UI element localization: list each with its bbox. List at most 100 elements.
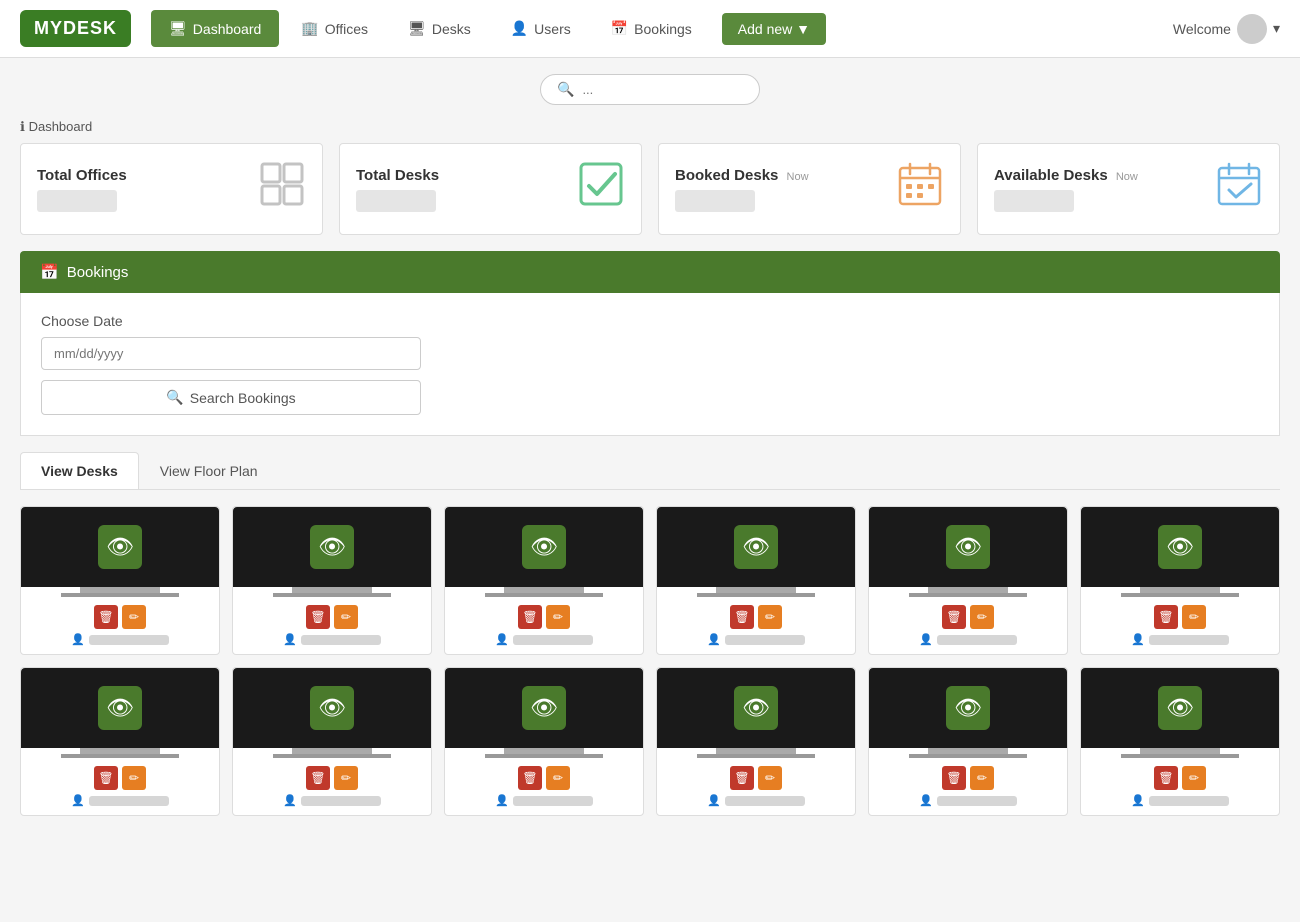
view-icon-6: 👁 xyxy=(1158,525,1202,569)
edit-desk-4[interactable]: ✏ xyxy=(758,605,782,629)
stat-card-total-offices: Total Offices xyxy=(20,143,323,235)
tab-view-desks[interactable]: View Desks xyxy=(20,452,139,489)
edit-desk-1[interactable]: ✏ xyxy=(122,605,146,629)
monitor-5: 👁 xyxy=(869,507,1067,601)
desk-user-12: 👤 xyxy=(1131,794,1229,807)
user-icon-10: 👤 xyxy=(707,794,721,807)
desk-user-11: 👤 xyxy=(919,794,1017,807)
user-icon-12: 👤 xyxy=(1131,794,1145,807)
stat-card-total-desks: Total Desks xyxy=(339,143,642,235)
search-input[interactable] xyxy=(582,82,743,97)
desk-user-bar-11 xyxy=(937,796,1017,806)
delete-desk-6[interactable]: 🗑 xyxy=(1154,605,1178,629)
stats-row: Total Offices Total Desks Boo xyxy=(0,143,1300,251)
monitor-screen-3: 👁 xyxy=(445,507,643,587)
desk-actions-9: 🗑 ✏ xyxy=(518,766,570,790)
monitor-2: 👁 xyxy=(233,507,431,601)
bookings-body: Choose Date 🔍 Search Bookings xyxy=(20,293,1280,436)
edit-desk-7[interactable]: ✏ xyxy=(122,766,146,790)
nav-tab-users[interactable]: 👤 Users xyxy=(493,10,589,47)
logo[interactable]: MYDESK xyxy=(20,10,131,47)
monitor-screen-12: 👁 xyxy=(1081,668,1279,748)
stat-value-offices xyxy=(37,190,117,212)
nav-tab-desks[interactable]: 🖥 Desks xyxy=(390,10,489,47)
edit-desk-2[interactable]: ✏ xyxy=(334,605,358,629)
monitor-foot-4 xyxy=(697,593,816,597)
edit-desk-3[interactable]: ✏ xyxy=(546,605,570,629)
desk-user-bar-6 xyxy=(1149,635,1229,645)
view-icon-4: 👁 xyxy=(734,525,778,569)
welcome-text: Welcome xyxy=(1173,21,1231,37)
user-icon-2: 👤 xyxy=(283,633,297,646)
edit-desk-12[interactable]: ✏ xyxy=(1182,766,1206,790)
desk-user-9: 👤 xyxy=(495,794,593,807)
edit-desk-9[interactable]: ✏ xyxy=(546,766,570,790)
desk-user-bar-5 xyxy=(937,635,1017,645)
offices-icon: 🏢 xyxy=(301,20,318,37)
view-icon-9: 👁 xyxy=(522,686,566,730)
chevron-down-icon: ▾ xyxy=(1273,20,1280,37)
monitor-1: 👁 xyxy=(21,507,219,601)
delete-desk-3[interactable]: 🗑 xyxy=(518,605,542,629)
bookings-icon: 📅 xyxy=(611,20,628,37)
desk-tabs: View Desks View Floor Plan xyxy=(20,452,1280,490)
delete-desk-2[interactable]: 🗑 xyxy=(306,605,330,629)
desk-user-bar-2 xyxy=(301,635,381,645)
monitor-screen-6: 👁 xyxy=(1081,507,1279,587)
monitor-11: 👁 xyxy=(869,668,1067,762)
desk-user-1: 👤 xyxy=(71,633,169,646)
monitor-foot-6 xyxy=(1121,593,1240,597)
add-new-button[interactable]: Add new ▼ xyxy=(722,13,826,45)
view-icon-1: 👁 xyxy=(98,525,142,569)
info-icon: ℹ xyxy=(20,119,25,134)
nav-tab-offices[interactable]: 🏢 Offices xyxy=(283,10,386,47)
desk-user-4: 👤 xyxy=(707,633,805,646)
delete-desk-8[interactable]: 🗑 xyxy=(306,766,330,790)
monitor-foot-12 xyxy=(1121,754,1240,758)
breadcrumb: ℹ Dashboard xyxy=(0,115,1300,143)
view-icon-5: 👁 xyxy=(946,525,990,569)
delete-desk-10[interactable]: 🗑 xyxy=(730,766,754,790)
available-stat-icon xyxy=(1215,160,1263,218)
monitor-10: 👁 xyxy=(657,668,855,762)
delete-desk-5[interactable]: 🗑 xyxy=(942,605,966,629)
logo-text: MYDESK xyxy=(34,18,117,38)
welcome-area[interactable]: Welcome ▾ xyxy=(1173,14,1280,44)
desk-user-10: 👤 xyxy=(707,794,805,807)
edit-desk-11[interactable]: ✏ xyxy=(970,766,994,790)
monitor-screen-5: 👁 xyxy=(869,507,1067,587)
available-now-badge: Now xyxy=(1116,171,1138,183)
delete-desk-1[interactable]: 🗑 xyxy=(94,605,118,629)
desk-actions-3: 🗑 ✏ xyxy=(518,605,570,629)
edit-desk-10[interactable]: ✏ xyxy=(758,766,782,790)
delete-desk-11[interactable]: 🗑 xyxy=(942,766,966,790)
delete-desk-4[interactable]: 🗑 xyxy=(730,605,754,629)
monitor-screen-11: 👁 xyxy=(869,668,1067,748)
date-input[interactable] xyxy=(41,337,421,370)
desk-card-11: 👁 🗑 ✏ 👤 xyxy=(868,667,1068,816)
edit-desk-8[interactable]: ✏ xyxy=(334,766,358,790)
delete-desk-9[interactable]: 🗑 xyxy=(518,766,542,790)
desk-actions-11: 🗑 ✏ xyxy=(942,766,994,790)
nav-tab-dashboard[interactable]: 🖥 Dashboard xyxy=(151,10,279,47)
avatar xyxy=(1237,14,1267,44)
user-icon-7: 👤 xyxy=(71,794,85,807)
desk-card-10: 👁 🗑 ✏ 👤 xyxy=(656,667,856,816)
desk-card-3: 👁 🗑 ✏ 👤 xyxy=(444,506,644,655)
user-icon-9: 👤 xyxy=(495,794,509,807)
delete-desk-12[interactable]: 🗑 xyxy=(1154,766,1178,790)
monitor-screen-1: 👁 xyxy=(21,507,219,587)
tab-view-floor-plan[interactable]: View Floor Plan xyxy=(139,452,279,489)
bookings-section: 📅 Bookings Choose Date 🔍 Search Bookings xyxy=(0,251,1300,436)
desk-user-5: 👤 xyxy=(919,633,1017,646)
delete-desk-7[interactable]: 🗑 xyxy=(94,766,118,790)
view-icon-2: 👁 xyxy=(310,525,354,569)
search-bookings-button[interactable]: 🔍 Search Bookings xyxy=(41,380,421,415)
edit-desk-5[interactable]: ✏ xyxy=(970,605,994,629)
stat-value-available xyxy=(994,190,1074,212)
desk-user-bar-8 xyxy=(301,796,381,806)
desk-user-2: 👤 xyxy=(283,633,381,646)
edit-desk-6[interactable]: ✏ xyxy=(1182,605,1206,629)
nav-tab-bookings[interactable]: 📅 Bookings xyxy=(593,10,710,47)
stat-title-desks: Total Desks xyxy=(356,167,439,184)
